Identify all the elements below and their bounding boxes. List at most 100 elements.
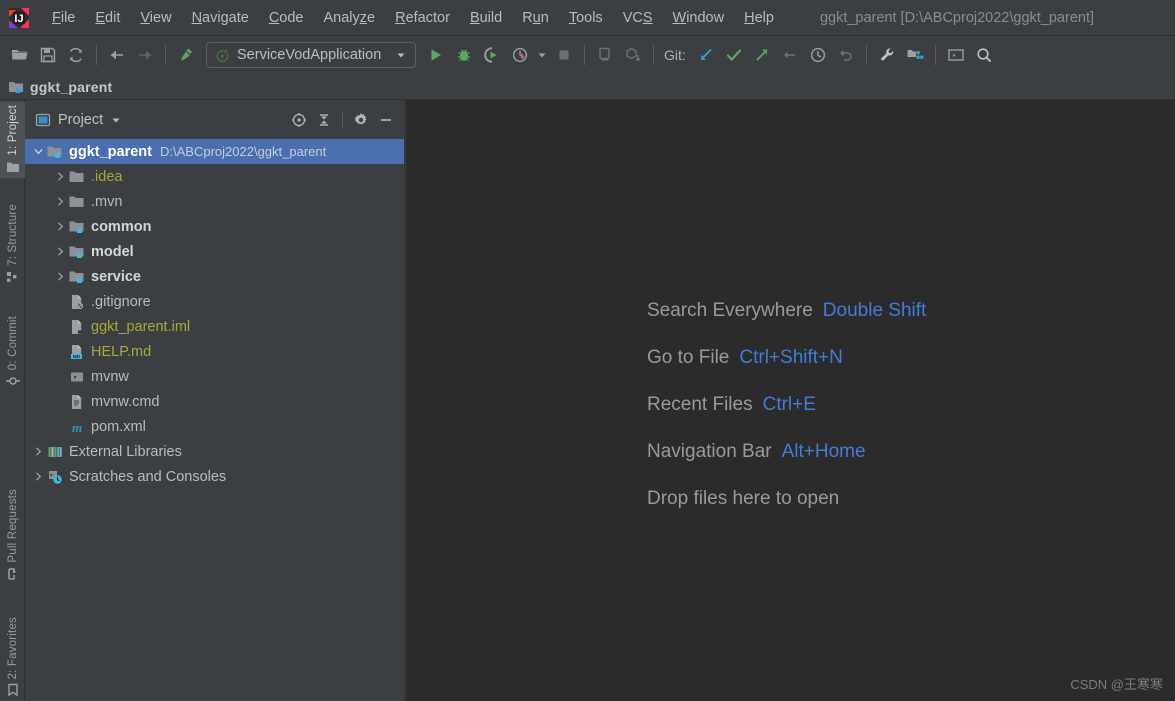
shell-script-icon	[69, 369, 85, 385]
menu-mnemonic: V	[140, 9, 150, 26]
module-folder-icon	[69, 244, 85, 260]
stripe-button-favorites[interactable]: 2: Favorites	[0, 601, 25, 701]
panel-toolbar-separator	[342, 111, 343, 128]
iml-file-icon	[69, 319, 85, 335]
menu-item-tools[interactable]: Tools	[559, 6, 613, 30]
tree-node-path: D:\ABCproj2022\ggkt_parent	[160, 144, 327, 159]
tree-node-idea[interactable]: .idea	[25, 164, 404, 189]
hint-row: Search Everywhere Double Shift	[647, 300, 926, 322]
push-arrow-icon[interactable]	[748, 41, 776, 69]
tree-node-ggkt-parent[interactable]: ggkt_parent D:\ABCproj2022\ggkt_parent	[25, 139, 404, 164]
menu-mnemonic: H	[744, 9, 755, 26]
menu-mnemonic: E	[95, 9, 106, 26]
search-magnifier-icon[interactable]	[970, 41, 998, 69]
run-play-icon[interactable]	[422, 41, 450, 69]
chevron-right-icon[interactable]	[53, 220, 67, 234]
gear-settings-icon[interactable]	[349, 108, 373, 132]
tree-node-label: .idea	[91, 168, 123, 185]
scratches-icon	[47, 469, 63, 485]
profiler-icon[interactable]	[506, 41, 534, 69]
tree-node-gitignore[interactable]: .gitignore	[25, 289, 404, 314]
update-project-icon[interactable]	[692, 41, 720, 69]
stripe-button-structure[interactable]: 7: Structure	[0, 190, 25, 288]
save-icon[interactable]	[34, 41, 62, 69]
menu-item-view[interactable]: View	[130, 6, 181, 30]
arrow-left-icon[interactable]	[103, 41, 131, 69]
tree-node-mvn[interactable]: .mvn	[25, 189, 404, 214]
tree-node-common[interactable]: common	[25, 214, 404, 239]
stripe-button-project[interactable]: 1: Project	[0, 102, 25, 178]
clock-history-icon[interactable]	[804, 41, 832, 69]
chevron-right-icon[interactable]	[31, 445, 45, 459]
stripe-button-label: Pull Requests	[6, 489, 19, 563]
commit-check-icon[interactable]	[720, 41, 748, 69]
stripe-button-pull-requests[interactable]: Pull Requests	[0, 475, 25, 585]
tree-node-service[interactable]: service	[25, 264, 404, 289]
commit-node-icon	[5, 374, 20, 388]
chevron-right-icon[interactable]	[53, 195, 67, 209]
run-with-coverage-icon[interactable]	[478, 41, 506, 69]
toolbar-separator	[934, 45, 936, 65]
open-folder-icon[interactable]	[6, 41, 34, 69]
menu-mnemonic: W	[672, 9, 687, 26]
terminal-icon[interactable]	[942, 41, 970, 69]
hammer-build-icon[interactable]	[172, 41, 200, 69]
stripe-button-commit[interactable]: 0: Commit	[0, 300, 25, 392]
structure-icon	[6, 270, 20, 284]
undo-arrow-icon	[832, 41, 860, 69]
collapse-all-icon[interactable]	[312, 108, 336, 132]
chevron-down-icon[interactable]	[395, 49, 407, 61]
chevron-right-icon[interactable]	[31, 470, 45, 484]
hide-minimize-icon[interactable]	[374, 108, 398, 132]
chevron-down-icon[interactable]	[534, 41, 550, 69]
chevron-right-icon[interactable]	[53, 170, 67, 184]
tree-node-ggkt-parent-iml[interactable]: ggkt_parent.iml	[25, 314, 404, 339]
tree-node-pom-xml[interactable]: m pom.xml	[25, 414, 404, 439]
svg-text:m: m	[72, 420, 82, 435]
menu-item-build[interactable]: Build	[460, 6, 512, 30]
sync-refresh-icon[interactable]	[62, 41, 90, 69]
tree-node-external-libraries[interactable]: External Libraries	[25, 439, 404, 464]
breadcrumb[interactable]: ggkt_parent	[0, 74, 1175, 100]
tree-node-label: External Libraries	[69, 443, 182, 460]
tree-node-help-md[interactable]: MD HELP.md	[25, 339, 404, 364]
menu-item-refactor[interactable]: Refactor	[385, 6, 460, 30]
chevron-right-icon[interactable]	[53, 245, 67, 259]
menu-mnemonic: N	[191, 9, 203, 26]
hint-shortcut: Double Shift	[822, 300, 927, 321]
tree-node-label: ggkt_parent.iml	[91, 318, 191, 335]
menu-item-code[interactable]: Code	[259, 6, 314, 30]
chevron-down-icon[interactable]	[31, 145, 45, 159]
hint-label: Navigation Bar	[647, 441, 772, 462]
menu-item-file[interactable]: File	[42, 6, 85, 30]
external-libraries-icon	[47, 444, 63, 460]
menu-item-vcs[interactable]: VCS	[613, 6, 663, 30]
run-configuration-selector[interactable]: ServiceVodApplication	[206, 42, 416, 68]
menu-item-navigate[interactable]: Navigate	[182, 6, 259, 30]
wrench-settings-icon[interactable]	[873, 41, 901, 69]
project-tree[interactable]: ggkt_parent D:\ABCproj2022\ggkt_parent .id…	[25, 139, 404, 701]
menu-item-window[interactable]: Window	[663, 6, 735, 30]
tree-node-label: HELP.md	[91, 343, 152, 360]
tree-node-scratches-and-consoles[interactable]: Scratches and Consoles	[25, 464, 404, 489]
chevron-right-icon[interactable]	[53, 270, 67, 284]
left-tool-stripe: 1: Project 7: Structure 0: Commit Pull Req…	[0, 100, 25, 701]
tree-node-mvnw-cmd[interactable]: mvnw.cmd	[25, 389, 404, 414]
idea-window: IJ File Edit View Navigate Code Analyze Refact…	[0, 0, 1175, 701]
project-structure-icon[interactable]	[901, 41, 929, 69]
menu-item-edit[interactable]: Edit	[85, 6, 130, 30]
debug-bug-icon[interactable]	[450, 41, 478, 69]
hint-shortcut: Ctrl+Shift+N	[739, 347, 843, 368]
menu-item-help[interactable]: Help	[734, 6, 784, 30]
stripe-button-label: 1: Project	[6, 105, 19, 156]
git-label: Git:	[664, 47, 686, 63]
project-tool-window: Project ggkt_parent D:\ABCproj2022\ggkt_…	[25, 100, 405, 701]
tree-node-mvnw[interactable]: mvnw	[25, 364, 404, 389]
main-toolbar: ServiceVodApplication Git:	[0, 36, 1175, 74]
chevron-down-icon[interactable]	[110, 114, 122, 126]
select-opened-file-icon[interactable]	[287, 108, 311, 132]
menu-item-run[interactable]: Run	[512, 6, 559, 30]
tree-node-model[interactable]: model	[25, 239, 404, 264]
menu-item-analyze[interactable]: Analyze	[314, 6, 386, 30]
